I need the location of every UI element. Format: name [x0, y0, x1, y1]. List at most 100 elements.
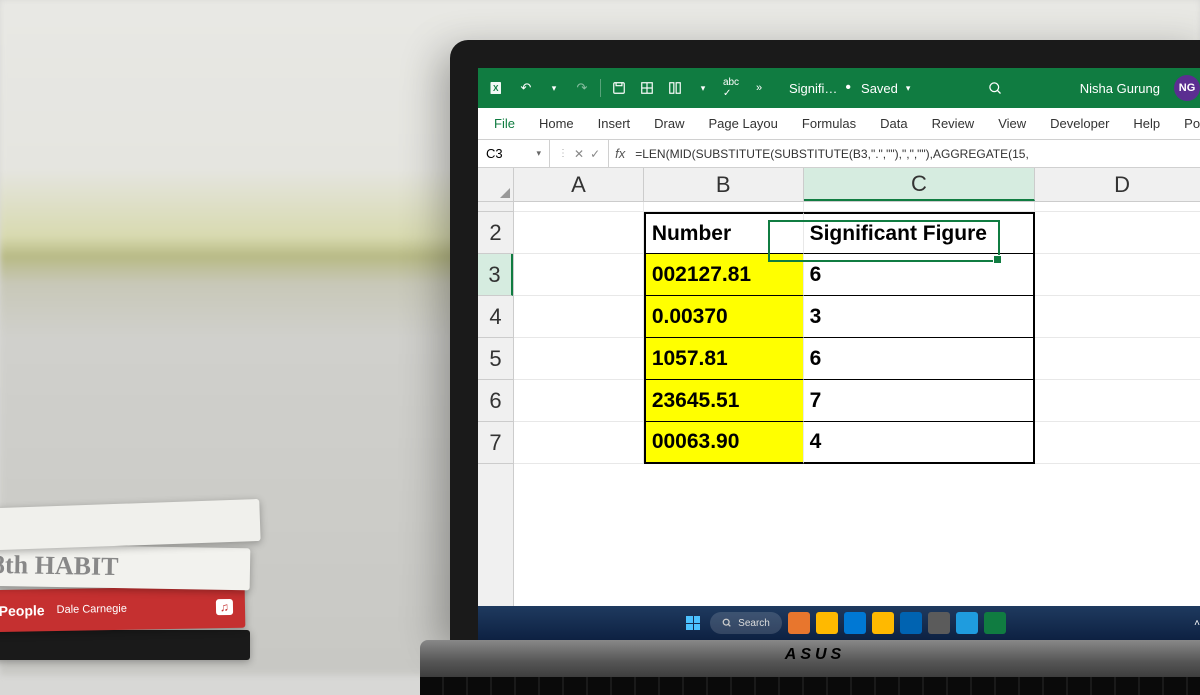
row-header-4[interactable]: 4 [478, 296, 513, 338]
cell-a5[interactable] [514, 338, 644, 380]
row-header-6[interactable]: 6 [478, 380, 513, 422]
cell-d6[interactable] [1035, 380, 1200, 422]
col-header-a[interactable]: A [514, 168, 644, 201]
col-header-b[interactable]: B [644, 168, 804, 201]
search-icon[interactable] [985, 78, 1005, 98]
cell-b6[interactable]: 23645.51 [644, 380, 804, 422]
row-header-5[interactable]: 5 [478, 338, 513, 380]
cell-c3[interactable]: 6 [804, 254, 1036, 296]
formula-input[interactable]: =LEN(MID(SUBSTITUTE(SUBSTITUTE(B3,".",""… [631, 147, 1200, 161]
row-1 [514, 202, 1200, 212]
row-7: 00063.90 4 [514, 422, 1200, 464]
cell-c5[interactable]: 6 [804, 338, 1036, 380]
cell-d3[interactable] [1035, 254, 1200, 296]
qat-icon-2[interactable] [665, 78, 685, 98]
undo-icon[interactable]: ↶ [516, 78, 536, 98]
tab-developer[interactable]: Developer [1040, 110, 1119, 137]
row-header-7[interactable]: 7 [478, 422, 513, 464]
taskbar-app-5[interactable] [900, 612, 922, 634]
row-header-1[interactable] [478, 202, 513, 212]
taskbar-app-excel[interactable] [984, 612, 1006, 634]
cell-b1[interactable] [644, 202, 804, 212]
save-icon[interactable] [609, 78, 629, 98]
spreadsheet-grid[interactable]: A B C D 2 3 4 5 6 7 [478, 168, 1200, 606]
tab-file[interactable]: File [484, 110, 525, 137]
cell-d1[interactable] [1035, 202, 1200, 212]
cell-d4[interactable] [1035, 296, 1200, 338]
redo-icon[interactable]: ↷ [572, 78, 592, 98]
taskbar-tray[interactable]: ˄ [1194, 618, 1200, 629]
cell-d2[interactable] [1035, 212, 1200, 254]
tab-view[interactable]: View [988, 110, 1036, 137]
keyboard [420, 677, 1200, 695]
cell-c1[interactable] [804, 202, 1036, 212]
cell-a7[interactable] [514, 422, 644, 464]
ribbon-tabs: File Home Insert Draw Page Layou Formula… [478, 108, 1200, 140]
cell-a3[interactable] [514, 254, 644, 296]
save-chevron-icon[interactable]: ▾ [906, 83, 911, 94]
taskbar-app-6[interactable] [928, 612, 950, 634]
cell-b3[interactable]: 002127.81 [644, 254, 804, 296]
cell-c6[interactable]: 7 [804, 380, 1036, 422]
name-box[interactable]: C3 ▾ [478, 140, 550, 167]
cell-c2[interactable]: Significant Figure [804, 212, 1036, 254]
select-all-corner[interactable] [478, 168, 514, 202]
row-header-3[interactable]: 3 [478, 254, 513, 296]
cell-a6[interactable] [514, 380, 644, 422]
row-header-2[interactable]: 2 [478, 212, 513, 254]
name-box-chevron-icon[interactable]: ▾ [536, 148, 541, 159]
cell-c4[interactable]: 3 [804, 296, 1036, 338]
col-header-c[interactable]: C [804, 168, 1036, 201]
tab-data[interactable]: Data [870, 110, 917, 137]
laptop-frame: X ↶ ▾ ↷ ▾ abc✓ » Signifi… • Saved ▾ [450, 40, 1200, 640]
user-name[interactable]: Nisha Gurung [1080, 81, 1160, 96]
save-status[interactable]: Saved [861, 81, 898, 96]
column-headers: A B C D [514, 168, 1200, 202]
book-3: e People Dale Carnegie ♫ [0, 586, 245, 633]
taskbar-app-2[interactable] [816, 612, 838, 634]
spellcheck-icon[interactable]: abc✓ [721, 78, 741, 98]
title-dot: • [845, 79, 851, 97]
taskbar-app-7[interactable] [956, 612, 978, 634]
cell-c7[interactable]: 4 [804, 422, 1036, 464]
book-2: 8th HABIT [0, 544, 250, 591]
tab-power-pivot[interactable]: Power Pivo [1174, 110, 1200, 137]
col-header-d[interactable]: D [1035, 168, 1200, 201]
excel-icon: X [488, 78, 508, 98]
fx-label[interactable]: fx [609, 146, 631, 161]
cell-d5[interactable] [1035, 338, 1200, 380]
tab-insert[interactable]: Insert [588, 110, 641, 137]
more-icon[interactable]: » [749, 78, 769, 98]
undo-chevron-icon[interactable]: ▾ [544, 78, 564, 98]
qat-icon-1[interactable] [637, 78, 657, 98]
formula-bar-buttons: ⋮ ✕ ✓ [550, 140, 609, 167]
cell-d7[interactable] [1035, 422, 1200, 464]
user-avatar[interactable]: NG [1174, 75, 1200, 101]
tray-chevron-icon[interactable]: ˄ [1194, 618, 1200, 629]
cell-a1[interactable] [514, 202, 644, 212]
enter-icon[interactable]: ✓ [590, 147, 600, 161]
taskbar-search[interactable]: Search [710, 612, 782, 634]
cell-b5[interactable]: 1057.81 [644, 338, 804, 380]
taskbar-app-1[interactable] [788, 612, 810, 634]
cancel-icon[interactable]: ✕ [574, 147, 584, 161]
tab-help[interactable]: Help [1123, 110, 1170, 137]
cell-b4[interactable]: 0.00370 [644, 296, 804, 338]
row-2: Number Significant Figure [514, 212, 1200, 254]
taskbar-app-3[interactable] [844, 612, 866, 634]
tab-home[interactable]: Home [529, 110, 584, 137]
row-6: 23645.51 7 [514, 380, 1200, 422]
cell-a4[interactable] [514, 296, 644, 338]
tab-formulas[interactable]: Formulas [792, 110, 866, 137]
qat-chevron-icon[interactable]: ▾ [693, 78, 713, 98]
cell-b7[interactable]: 00063.90 [644, 422, 804, 464]
row-headers: 2 3 4 5 6 7 [478, 202, 514, 606]
tab-review[interactable]: Review [922, 110, 985, 137]
tab-draw[interactable]: Draw [644, 110, 694, 137]
tab-page-layout[interactable]: Page Layou [699, 110, 788, 137]
cell-b2[interactable]: Number [644, 212, 804, 254]
taskbar-app-4[interactable] [872, 612, 894, 634]
cell-a2[interactable] [514, 212, 644, 254]
book-3-author: Dale Carnegie [56, 603, 127, 616]
start-button[interactable] [682, 612, 704, 634]
